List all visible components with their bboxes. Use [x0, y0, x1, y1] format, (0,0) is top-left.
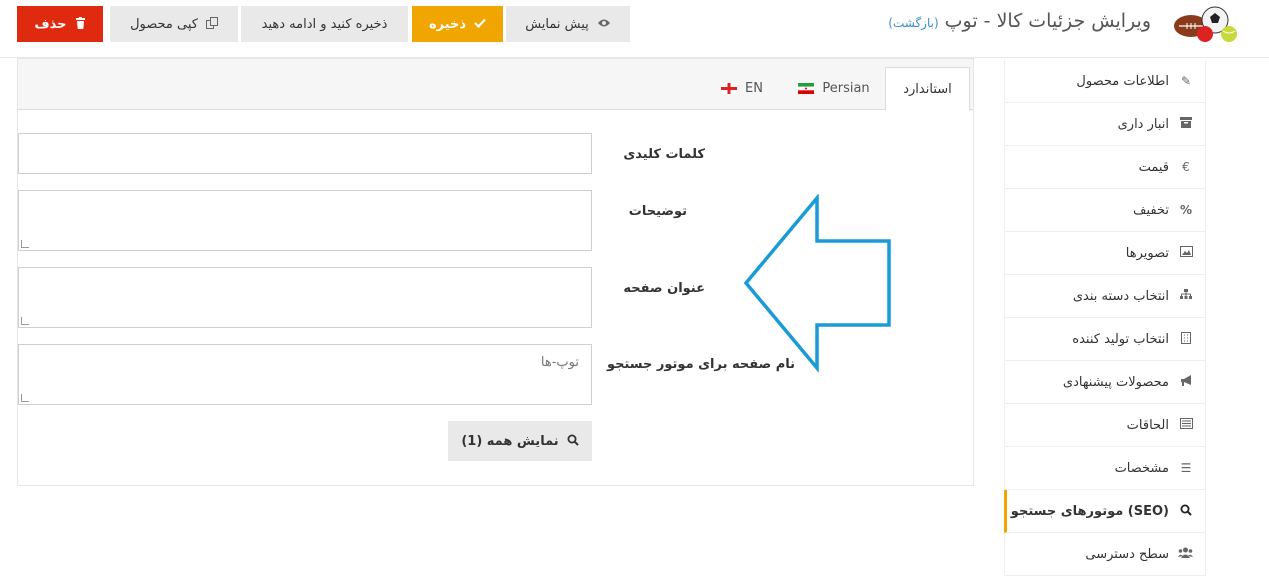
sidebar-item-discount[interactable]: % تخفیف	[1004, 189, 1206, 232]
sidebar-item-price[interactable]: € قیمت	[1004, 146, 1206, 189]
page-title-area: ویرایش جزئیات کالا - توپ (بازگشت)	[888, 10, 1151, 32]
copy-product-label: کپی محصول	[130, 16, 198, 32]
save-label: ذخیره	[428, 16, 467, 32]
resize-handle-icon[interactable]	[21, 394, 29, 402]
sidebar-item-label: قیمت	[1138, 159, 1169, 175]
seo-panel: EN Persian استاندارد کلمات کلیدی توضیحات…	[17, 58, 974, 486]
description-label: توضیحات	[628, 204, 687, 219]
delete-button-label: حذف	[34, 16, 67, 32]
sidebar-item-product-info[interactable]: ✎ اطلاعات محصول	[1004, 60, 1206, 103]
back-link[interactable]: (بازگشت)	[888, 16, 938, 30]
page-title: ویرایش جزئیات کالا - توپ	[944, 10, 1151, 32]
check-icon	[474, 18, 486, 30]
image-icon	[1179, 246, 1193, 260]
eye-icon	[597, 18, 611, 30]
sidebar-item-label: الحاقات	[1126, 417, 1169, 433]
annotation-arrow-icon	[743, 194, 891, 373]
save-continue-button[interactable]: ذخیره کنید و ادامه دهید	[241, 6, 408, 42]
sidebar-item-label: انتخاب تولید کننده	[1072, 331, 1169, 347]
trash-icon	[75, 17, 86, 31]
show-all-label: نمایش همه (1)	[461, 433, 559, 449]
resize-handle-icon[interactable]	[21, 317, 29, 325]
sitemap-icon	[1179, 289, 1193, 303]
sidebar-item-attachments[interactable]: الحاقات	[1004, 404, 1206, 447]
search-icon	[1179, 504, 1193, 519]
tab-standard-label: استاندارد	[903, 81, 952, 97]
sidebar-item-label: (SEO) موتورهای جستجو	[1010, 503, 1169, 519]
seo-name-value: توپ-ها	[540, 355, 579, 370]
sidebar-item-label: انبار داری	[1117, 116, 1169, 132]
sidebar-item-label: تصویرها	[1125, 245, 1169, 261]
keywords-label: کلمات کلیدی	[623, 147, 705, 162]
sidebar-item-label: اطلاعات محصول	[1076, 73, 1169, 89]
description-textarea[interactable]	[18, 190, 592, 251]
sidebar-item-seo[interactable]: (SEO) موتورهای جستجو	[1004, 490, 1206, 533]
england-flag-icon	[721, 83, 738, 94]
product-edit-sidebar: ✎ اطلاعات محصول انبار داری € قیمت % تخفی…	[1004, 60, 1206, 576]
tab-persian-label: Persian	[822, 81, 870, 96]
page-title-field-label: عنوان صفحه	[623, 281, 705, 296]
bars-icon: ☰	[1180, 461, 1192, 475]
sports-balls-logo-icon	[1169, 2, 1241, 44]
sidebar-item-label: سطح دسترسی	[1085, 546, 1169, 562]
tab-persian[interactable]: Persian	[788, 67, 880, 110]
save-button[interactable]: ذخیره	[412, 6, 503, 42]
copy-product-button[interactable]: کپی محصول	[110, 6, 238, 42]
sidebar-item-label: مشخصات	[1114, 460, 1169, 476]
seo-name-textarea[interactable]: توپ-ها	[18, 344, 592, 405]
save-continue-label: ذخیره کنید و ادامه دهید	[261, 16, 388, 32]
iran-flag-icon	[798, 83, 815, 94]
preview-label: پیش نمایش	[525, 16, 589, 32]
sidebar-item-label: انتخاب دسته بندی	[1072, 288, 1169, 304]
sidebar-item-specifications[interactable]: ☰ مشخصات	[1004, 447, 1206, 490]
list-alt-icon	[1179, 418, 1193, 432]
tab-en-label: EN	[745, 81, 763, 96]
page-header: حذف کپی محصول ذخیره کنید و ادامه دهید ذخ…	[0, 0, 1269, 58]
sidebar-item-related-products[interactable]: محصولات پیشنهادی	[1004, 361, 1206, 404]
tab-standard[interactable]: استاندارد	[885, 67, 970, 111]
delete-button[interactable]: حذف	[17, 6, 103, 42]
copy-icon	[205, 17, 218, 31]
sidebar-item-access-level[interactable]: سطح دسترسی	[1004, 533, 1206, 576]
page-title-textarea[interactable]	[18, 267, 592, 328]
pencil-icon: ✎	[1180, 74, 1192, 88]
tab-en[interactable]: EN	[712, 67, 772, 110]
sidebar-item-label: محصولات پیشنهادی	[1062, 374, 1169, 390]
sidebar-item-label: تخفیف	[1133, 202, 1169, 218]
bullhorn-icon	[1179, 375, 1193, 389]
search-icon	[567, 434, 579, 448]
percent-icon: %	[1179, 203, 1193, 217]
archive-icon	[1179, 117, 1193, 131]
users-icon	[1178, 547, 1193, 561]
sidebar-item-inventory[interactable]: انبار داری	[1004, 103, 1206, 146]
sidebar-item-category[interactable]: انتخاب دسته بندی	[1004, 275, 1206, 318]
euro-icon: €	[1182, 160, 1190, 174]
keywords-input[interactable]	[18, 133, 592, 174]
sidebar-item-images[interactable]: تصویرها	[1004, 232, 1206, 275]
preview-button[interactable]: پیش نمایش	[506, 6, 630, 42]
sidebar-item-manufacturer[interactable]: انتخاب تولید کننده	[1004, 318, 1206, 361]
language-tabs: EN Persian استاندارد	[18, 59, 973, 111]
show-all-button[interactable]: نمایش همه (1)	[448, 421, 592, 461]
building-icon	[1179, 331, 1193, 347]
resize-handle-icon[interactable]	[21, 240, 29, 248]
